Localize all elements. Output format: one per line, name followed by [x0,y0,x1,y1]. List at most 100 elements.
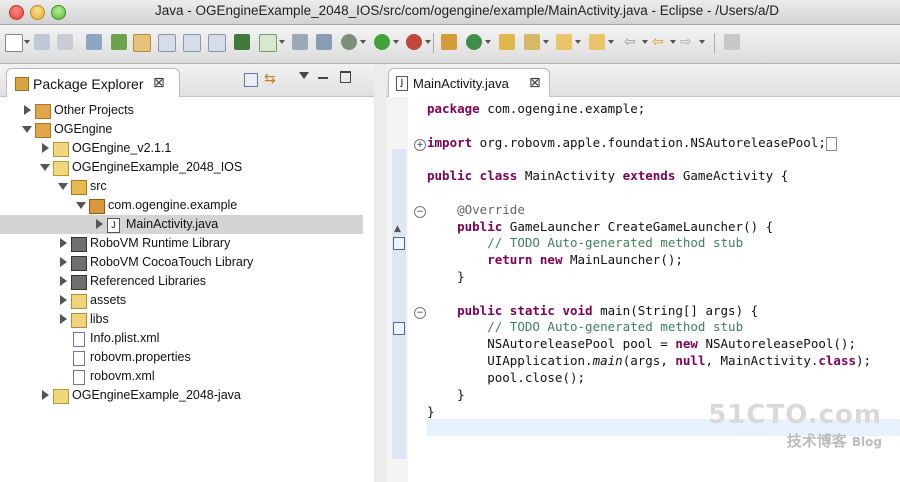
tree-item-ogengineexample-2048-ios[interactable]: OGEngineExample_2048_IOS [0,158,374,177]
chevron-down-icon[interactable] [642,40,648,44]
tab-package-explorer[interactable]: Package Explorer ⊠ [6,68,180,97]
chevron-down-icon[interactable] [22,126,32,133]
chevron-right-icon[interactable] [60,314,67,324]
run-icon[interactable] [374,34,390,50]
collapse-fold-icon[interactable]: − [414,307,426,319]
save-icon[interactable] [34,34,50,50]
link-with-editor-icon[interactable]: ⇆ [264,71,276,87]
code-line-9[interactable]: public static void main(String[] args) { [427,303,897,320]
chevron-right-icon[interactable] [42,390,49,400]
chevron-right-icon[interactable] [42,143,49,153]
code-line-7[interactable]: return new MainLauncher(); [427,252,897,269]
skip-breakpoints-icon[interactable] [292,34,308,50]
minimize-window-button[interactable] [30,5,45,20]
chevron-right-icon[interactable] [60,276,67,286]
next-annotation-icon[interactable] [556,34,572,50]
toggle-mark-occurrences-icon[interactable] [133,34,151,52]
print-icon[interactable] [86,34,102,50]
chevron-down-icon[interactable] [608,40,614,44]
chevron-down-icon[interactable] [670,40,676,44]
code-line-4[interactable]: @Override [427,202,897,219]
working-set-icon [35,104,51,119]
save-all-icon[interactable] [57,34,73,50]
chevron-down-icon[interactable] [393,40,399,44]
chevron-down-icon[interactable] [485,40,491,44]
code-line-11[interactable]: NSAutoreleasePool pool = new NSAutorelea… [427,336,897,353]
search-icon[interactable] [524,34,540,50]
code-line-12[interactable]: UIApplication.main(args, null, MainActiv… [427,353,897,370]
override-indicator-icon[interactable]: ▲ [394,224,401,234]
chevron-right-icon[interactable] [60,295,67,305]
tree-item-ogengine-v2[interactable]: OGEngine_v2.1.1 [0,139,374,158]
forward-icon[interactable]: ⇨ [680,34,696,50]
tree-item-referenced-libraries[interactable]: Referenced Libraries [0,272,374,291]
tree-item-other-projects[interactable]: Other Projects [0,101,374,120]
open-type-icon[interactable] [499,34,515,50]
previous-annotation-icon[interactable] [589,34,605,50]
tree-item-robovm-runtime[interactable]: RoboVM Runtime Library [0,234,374,253]
tree-item-assets[interactable]: assets [0,291,374,310]
chevron-down-icon[interactable] [58,183,68,190]
code-line-3[interactable]: public class MainActivity extends GameAc… [427,168,897,185]
code-line-13[interactable]: pool.close(); [427,370,897,387]
code-line-5[interactable]: public GameLauncher CreateGameLauncher()… [427,219,897,236]
tasks-icon[interactable] [259,34,277,52]
tree-item-ogengineexample-2048-java[interactable]: OGEngineExample_2048-java [0,386,374,405]
view-menu-icon[interactable] [299,72,309,79]
toggle-breadcrumb-icon[interactable] [208,34,226,52]
chevron-right-icon[interactable] [24,105,31,115]
show-whitespace-icon[interactable] [158,34,176,52]
chevron-down-icon[interactable] [543,40,549,44]
expand-fold-icon[interactable]: + [414,139,426,151]
tree-item-ogengine[interactable]: OGEngine [0,120,374,139]
close-tab-icon[interactable]: ⊠ [529,75,541,91]
debug-config-icon[interactable] [111,34,127,50]
terminal-icon[interactable] [234,34,250,50]
tree-item-libs[interactable]: libs [0,310,374,329]
tree-item-mainactivity[interactable]: J MainActivity.java [0,215,363,234]
chevron-right-icon[interactable] [60,238,67,248]
tree-item-package[interactable]: com.ogengine.example [0,196,374,215]
tree-item-info-plist[interactable]: Info.plist.xml [0,329,374,348]
new-icon[interactable] [5,34,23,52]
chevron-down-icon[interactable] [40,164,50,171]
chevron-down-icon[interactable] [76,202,86,209]
code-line-10[interactable]: // TODO Auto-generated method stub [427,319,897,336]
chevron-down-icon[interactable] [279,40,285,44]
tree-item-robovm-cocoatouch[interactable]: RoboVM CocoaTouch Library [0,253,374,272]
code-line-8[interactable]: } [427,269,897,286]
chevron-right-icon[interactable] [60,257,67,267]
code-line-2[interactable]: import org.robovm.apple.foundation.NSAut… [427,135,897,152]
tree-item-robovm-xml[interactable]: robovm.xml [0,367,374,386]
collapse-fold-icon[interactable]: − [414,206,426,218]
task-marker-icon[interactable] [393,237,405,250]
chevron-down-icon[interactable] [575,40,581,44]
maximize-view-icon[interactable] [340,71,351,83]
collapse-all-icon[interactable] [244,73,258,87]
minimize-view-icon[interactable] [318,77,328,79]
tree-item-robovm-properties[interactable]: robovm.properties [0,348,374,367]
block-selection-icon[interactable] [183,34,201,52]
pin-editor-icon[interactable] [724,34,740,50]
external-tools-icon[interactable] [406,34,422,50]
new-class-icon[interactable] [466,34,482,50]
chevron-right-icon[interactable] [96,219,103,229]
chevron-down-icon[interactable] [360,40,366,44]
chevron-down-icon[interactable] [24,40,30,44]
remove-breakpoints-icon[interactable] [316,34,332,50]
panel-splitter[interactable] [374,64,386,482]
chevron-down-icon[interactable] [425,40,431,44]
close-tab-icon[interactable]: ⊠ [153,75,165,91]
tree-item-src[interactable]: src [0,177,374,196]
close-window-button[interactable] [9,5,24,20]
task-marker-icon[interactable] [393,322,405,335]
back-icon[interactable]: ⇦ [652,34,668,50]
code-line-6[interactable]: // TODO Auto-generated method stub [427,235,897,252]
debug-icon[interactable] [341,34,357,50]
back-icon[interactable]: ⇦ [624,34,640,50]
code-line-1[interactable]: package com.ogengine.example; [427,101,897,118]
new-java-project-icon[interactable] [441,34,457,50]
tab-mainactivity-java[interactable]: J MainActivity.java ⊠ [388,68,550,97]
zoom-window-button[interactable] [51,5,66,20]
chevron-down-icon[interactable] [699,40,705,44]
